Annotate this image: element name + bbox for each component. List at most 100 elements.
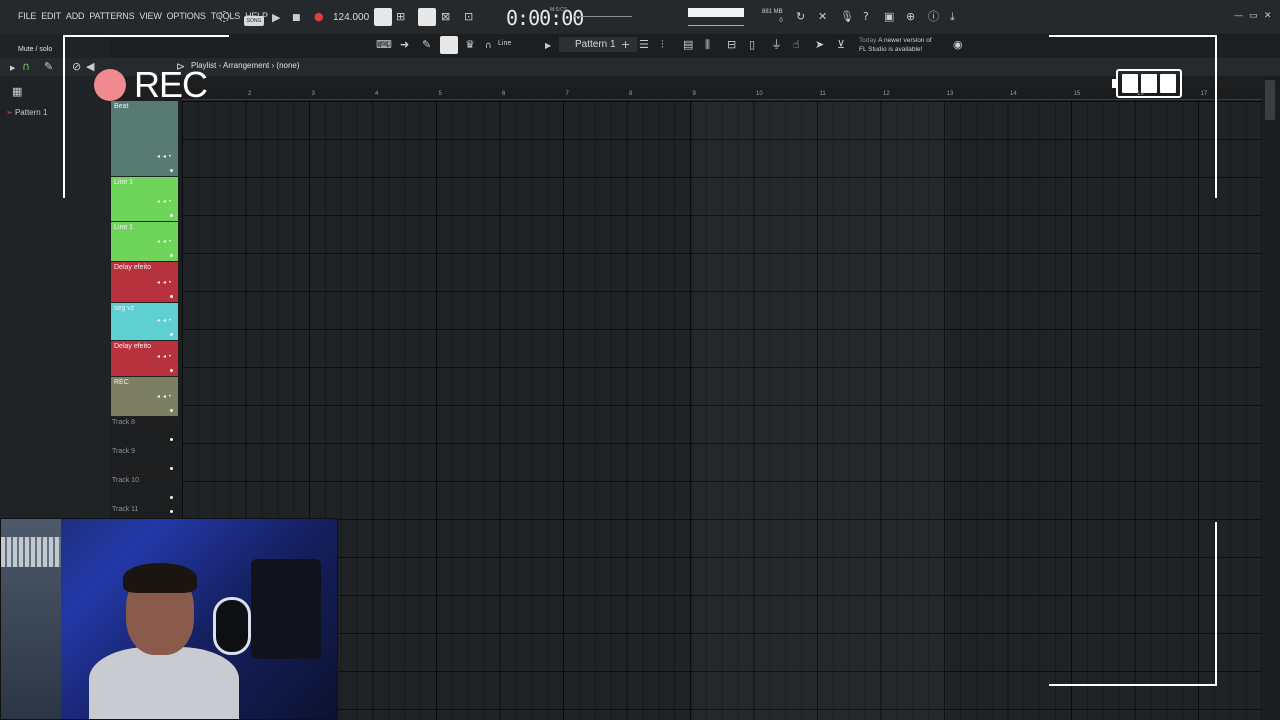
update-notice[interactable]: Today A newer version of FL Studio is av… (859, 36, 932, 54)
ruler-bar-number: 9 (692, 91, 696, 97)
track-name[interactable]: Line 1 (114, 224, 133, 231)
track-select-dot[interactable] (170, 254, 173, 257)
track-controls-icon[interactable]: ◂◂• (157, 353, 174, 360)
arrangement-name[interactable]: (none) (276, 61, 299, 70)
track-header[interactable]: Track 11 (111, 504, 178, 518)
song-mode-button[interactable]: SONG (244, 16, 264, 26)
menu-add[interactable]: ADD (66, 11, 85, 21)
send-icon[interactable]: ➤ (815, 39, 824, 51)
blend-icon[interactable]: ⊠ (441, 11, 450, 23)
notice-date: Today (859, 37, 877, 44)
battery-icon (1112, 69, 1182, 98)
close-window-icon[interactable]: ✕ (1264, 10, 1272, 22)
wait-input-icon[interactable]: ⊞ (396, 11, 405, 23)
playlist-icon[interactable]: ☰ (639, 39, 649, 51)
track-select-dot[interactable] (170, 496, 173, 499)
track-header[interactable]: Track 10 (111, 475, 178, 504)
countdown-button[interactable] (418, 8, 436, 26)
track-select-dot[interactable] (170, 214, 173, 217)
track-header[interactable]: Track 9 (111, 446, 178, 475)
track-name[interactable]: seg vz (114, 305, 134, 312)
playlist-play-icon[interactable]: ▶ (10, 62, 15, 74)
snap-selector[interactable]: Line (498, 40, 511, 47)
tempo-display[interactable]: 124.000 (333, 12, 369, 23)
track-name[interactable]: REC (114, 379, 129, 386)
record-icon[interactable]: ● (314, 11, 324, 23)
track-controls-icon[interactable]: ◂◂• (157, 238, 174, 245)
brush-icon[interactable]: ✎ (422, 39, 431, 51)
help-icon[interactable]: ? (863, 11, 869, 23)
menu-view[interactable]: VIEW (139, 11, 161, 21)
download-icon[interactable]: ⤓ (950, 11, 955, 23)
magnet-icon[interactable]: ∩ (485, 40, 492, 52)
webcam-feed (0, 518, 338, 720)
track-header[interactable]: Delay efeito ◂◂• (111, 262, 178, 303)
track-header[interactable]: Track 8 (111, 417, 178, 446)
microphone-icon[interactable]: 🎙 (840, 11, 854, 23)
track-name[interactable]: Track 9 (112, 448, 135, 455)
scrollbar-thumb[interactable] (1265, 80, 1275, 120)
metronome-button[interactable] (374, 8, 392, 26)
webcam-speaker (251, 559, 321, 659)
link-tool-button[interactable] (440, 36, 458, 54)
menu-file[interactable]: FILE (18, 11, 36, 21)
track-controls-icon[interactable]: ◂◂• (157, 393, 174, 400)
info-icon[interactable]: ⓘ (928, 11, 939, 23)
track-select-dot[interactable] (170, 369, 173, 372)
magnet-green-icon[interactable]: ∩ (22, 61, 30, 73)
play-icon[interactable]: ▶ (272, 12, 280, 24)
track-name[interactable]: Delay efeito (114, 343, 151, 350)
add-pattern-icon[interactable]: + (621, 39, 630, 51)
track-select-dot[interactable] (170, 510, 173, 513)
maximize-icon[interactable]: ▭ (1249, 10, 1258, 22)
plugin-icon[interactable]: ⊕ (906, 11, 915, 23)
track-select-dot[interactable] (170, 333, 173, 336)
browser-pattern-item[interactable]: ➢ Pattern 1 (6, 108, 47, 117)
menu-options[interactable]: OPTIONS (167, 11, 206, 21)
track-select-dot[interactable] (170, 438, 173, 441)
undo-history-icon[interactable]: ↻ (796, 11, 805, 23)
minimize-icon[interactable]: — (1234, 10, 1243, 22)
close-x-icon[interactable]: ✕ (818, 11, 827, 23)
menu-edit[interactable]: EDIT (41, 11, 61, 21)
track-select-dot[interactable] (170, 409, 173, 412)
memory-value: 881 MB (762, 9, 783, 15)
notice-line1: A newer version of (878, 37, 932, 44)
document-icon[interactable]: ▯ (749, 39, 755, 51)
touch-icon[interactable]: ☝ (793, 39, 800, 51)
hint-text: Mute / solo (18, 46, 53, 53)
track-controls-icon[interactable]: ◂◂• (157, 279, 174, 286)
globe-icon[interactable]: ◉ (953, 39, 963, 51)
loop-record-icon[interactable]: ⊡ (464, 11, 473, 23)
master-pitch-slider[interactable] (574, 16, 632, 17)
play-small-icon[interactable]: ▶ (545, 40, 551, 52)
track-controls-icon[interactable]: ◂◂• (157, 317, 174, 324)
vertical-scrollbar[interactable] (1262, 76, 1280, 720)
arrow-icon[interactable]: ➜ (400, 39, 409, 51)
browser-icon[interactable]: ⊟ (727, 39, 736, 51)
save-icon[interactable]: ▣ (884, 11, 894, 23)
track-name[interactable]: Delay efeito (114, 264, 151, 271)
track-header[interactable]: REC ◂◂• (111, 377, 178, 417)
piano-small-icon[interactable]: ▦ (12, 86, 22, 98)
track-header[interactable]: Delay efeito ◂◂• (111, 341, 178, 377)
track-name[interactable]: Track 11 (112, 506, 138, 513)
track-select-dot[interactable] (170, 467, 173, 470)
piano-roll-icon[interactable]: ⌨ (376, 39, 392, 51)
cart-icon[interactable]: ⊻ (837, 39, 845, 51)
track-controls-icon[interactable]: ◂◂• (157, 198, 174, 205)
mixer-icon[interactable]: ⫼ (705, 39, 710, 51)
menu-patterns[interactable]: PATTERNS (89, 11, 134, 21)
channel-rack-icon[interactable]: ⫶ (661, 39, 664, 51)
track-header[interactable]: Line 1 ◂◂• (111, 222, 178, 262)
pencil-icon[interactable]: ✎ (44, 61, 53, 73)
track-name[interactable]: Track 10 (112, 477, 139, 484)
piano-icon[interactable]: ▤ (683, 39, 693, 51)
stamp-icon[interactable]: ♛ (465, 39, 475, 51)
stop-icon[interactable]: ■ (292, 12, 301, 24)
track-header[interactable]: seg vz ◂◂• (111, 303, 178, 341)
track-select-dot[interactable] (170, 295, 173, 298)
song-time[interactable]: 0:00:00 (506, 6, 584, 30)
plug-icon[interactable]: ⏚ (771, 39, 782, 51)
track-name[interactable]: Track 8 (112, 419, 135, 426)
